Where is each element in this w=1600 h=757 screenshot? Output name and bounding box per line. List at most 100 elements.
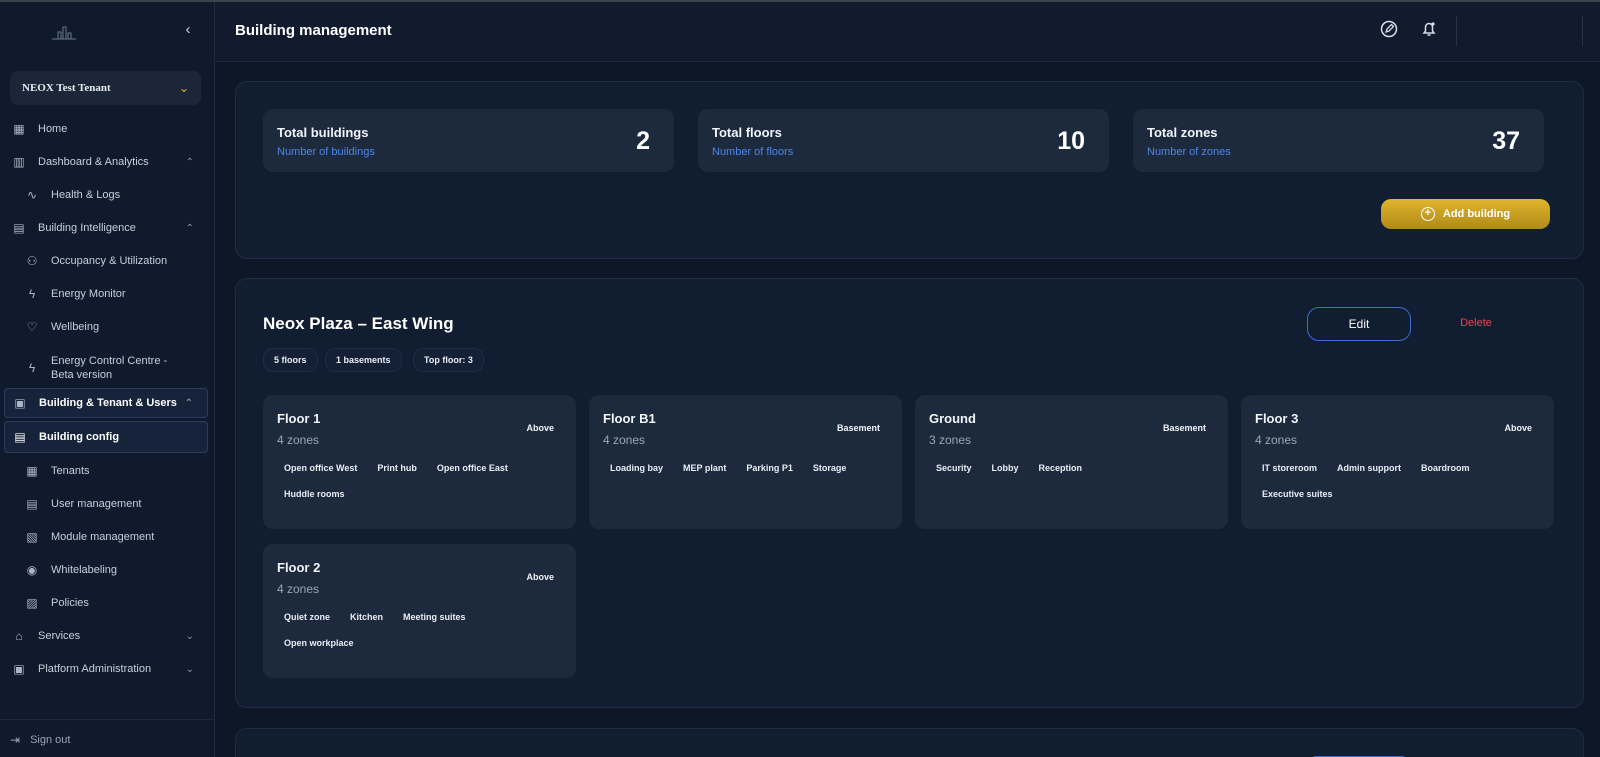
chart-icon: ▥: [13, 155, 25, 169]
tenant-selector[interactable]: NEOX Test Tenant ⌄: [10, 71, 201, 105]
sidebar-item-label: Building Intelligence: [38, 222, 136, 234]
zone-tag: Lobby: [991, 463, 1019, 473]
sidebar-item-occupancy[interactable]: ⚇ Occupancy & Utilization: [4, 246, 208, 276]
zone-tags: Open office West Print hub Open office E…: [277, 459, 567, 511]
sidebar-item-whitelabeling[interactable]: ◉ Whitelabeling: [4, 555, 208, 585]
services-icon: ⌂: [15, 629, 23, 643]
floor-name: Floor 3: [1255, 411, 1299, 426]
sidebar-item-building-tenant-users[interactable]: ▣ Building & Tenant & Users ⌃: [4, 388, 208, 418]
building-icon: ▤: [13, 221, 25, 235]
stat-value: 2: [636, 127, 650, 155]
sidebar-item-services[interactable]: ⌂ Services ⌄: [4, 621, 208, 651]
zone-tag: Meeting suites: [403, 612, 466, 622]
stat-card-buildings: Total buildings Number of buildings 2: [263, 109, 674, 172]
floor-type: Basement: [836, 423, 880, 433]
building-config-icon: ▤: [14, 430, 26, 444]
stat-sublabel: Number of floors: [712, 146, 794, 158]
sidebar-item-label-line1: Energy Control Centre -: [51, 355, 168, 367]
basements-count-badge: 1 basements: [325, 348, 402, 372]
stat-sublabel: Number of buildings: [277, 146, 375, 158]
delete-building-button[interactable]: Delete: [1446, 317, 1506, 329]
add-building-label: Add building: [1442, 208, 1511, 220]
grid-icon: ▦: [13, 122, 25, 136]
zone-tag: Reception: [1038, 463, 1083, 473]
floor-card-floor-1[interactable]: Floor 1 4 zones Above Open office West P…: [263, 395, 576, 529]
sidebar-item-label: Energy Monitor: [51, 288, 126, 300]
signout-button[interactable]: ⇥ Sign out: [10, 733, 70, 747]
zone-tag: Boardroom: [1421, 463, 1470, 473]
users-icon: ⚇: [26, 254, 38, 268]
zone-tag: Executive suites: [1262, 489, 1333, 499]
sidebar-item-label: Home: [38, 123, 68, 135]
zone-tag: IT storeroom: [1262, 463, 1318, 473]
page-title: Building management: [235, 22, 392, 39]
zone-tag: Kitchen: [350, 612, 384, 622]
bell-icon[interactable]: [1418, 20, 1440, 42]
stat-label: Total floors: [712, 125, 782, 140]
zone-tag: Security: [936, 463, 972, 473]
stat-label: Total zones: [1147, 125, 1218, 140]
add-building-button[interactable]: + Add building: [1381, 199, 1550, 229]
floor-type: Above: [526, 572, 554, 582]
sidebar-item-label: Module management: [51, 531, 155, 543]
zone-tag: Open office East: [436, 463, 508, 473]
floor-card-floor-2[interactable]: Floor 2 4 zones Above Quiet zone Kitchen…: [263, 544, 576, 678]
chevron-up-icon: ⌃: [185, 156, 194, 168]
heart-icon: ♡: [26, 320, 38, 334]
floor-card-ground[interactable]: Ground 3 zones Basement Security Lobby R…: [915, 395, 1228, 529]
floor-name: Floor 2: [277, 560, 321, 575]
floor-type: Above: [1504, 423, 1532, 433]
edit-icon[interactable]: [1378, 20, 1400, 42]
sidebar-item-label: Building & Tenant & Users: [39, 397, 177, 409]
sidebar-item-home[interactable]: ▦ Home: [4, 114, 208, 144]
tenants-icon: ▦: [26, 464, 38, 478]
zone-tag: Storage: [812, 463, 847, 473]
sidebar-item-building-config[interactable]: ▤ Building config: [4, 421, 208, 453]
header-divider: [1582, 16, 1583, 46]
floor-zone-count: 4 zones: [277, 433, 320, 447]
logout-icon: ⇥: [10, 733, 21, 747]
user-icon: ▤: [26, 497, 38, 511]
chevron-down-icon: ⌄: [178, 81, 189, 95]
sidebar-item-energy-monitor[interactable]: ϟ Energy Monitor: [4, 279, 208, 309]
zone-tag: Open office West: [284, 463, 358, 473]
stat-label: Total buildings: [277, 125, 369, 140]
sidebar-item-energy-control-centre[interactable]: ϟ Energy Control Centre - Beta version: [4, 350, 208, 386]
sidebar-item-label: User management: [51, 498, 142, 510]
palette-icon: ◉: [26, 563, 38, 577]
policy-icon: ▨: [26, 596, 38, 610]
sidebar-item-user-management[interactable]: ▤ User management: [4, 489, 208, 519]
sidebar-item-label: Dashboard & Analytics: [38, 156, 149, 168]
stat-card-zones: Total zones Number of zones 37: [1133, 109, 1544, 172]
sidebar-item-wellbeing[interactable]: ♡ Wellbeing: [4, 312, 208, 342]
floor-card-floor-3[interactable]: Floor 3 4 zones Above IT storeroom Admin…: [1241, 395, 1554, 529]
floor-type: Above: [526, 423, 554, 433]
signout-divider: [0, 719, 215, 720]
zone-tag: Print hub: [377, 463, 417, 473]
sidebar-item-tenants[interactable]: ▦ Tenants: [4, 456, 208, 486]
floor-card-floor-b1[interactable]: Floor B1 4 zones Basement Loading bay ME…: [589, 395, 902, 529]
top-bar: Building management: [215, 2, 1600, 62]
sidebar-item-policies[interactable]: ▨ Policies: [4, 588, 208, 618]
stat-sublabel: Number of zones: [1147, 146, 1231, 158]
sidebar-item-label: Whitelabeling: [51, 564, 118, 576]
pulse-icon: ∿: [26, 188, 38, 202]
sidebar-item-building-intelligence[interactable]: ▤ Building Intelligence ⌃: [4, 213, 208, 243]
zone-tag: Huddle rooms: [284, 489, 345, 499]
floor-zone-count: 4 zones: [277, 582, 320, 596]
floor-zone-count: 4 zones: [1255, 433, 1298, 447]
sidebar-item-platform-administration[interactable]: ▣ Platform Administration ⌄: [4, 654, 208, 684]
floor-type: Basement: [1162, 423, 1206, 433]
sidebar-item-label: Energy Control Centre - Beta version: [51, 354, 167, 382]
stat-value: 10: [1057, 127, 1085, 155]
sidebar-item-health-logs[interactable]: ∿ Health & Logs: [4, 180, 208, 210]
sidebar-item-dashboard-analytics[interactable]: ▥ Dashboard & Analytics ⌃: [4, 147, 208, 177]
collapse-sidebar-icon[interactable]: ‹: [178, 20, 198, 40]
edit-building-button[interactable]: Edit: [1307, 307, 1411, 341]
sidebar-item-label: Wellbeing: [51, 321, 100, 333]
sidebar-item-module-management[interactable]: ▧ Module management: [4, 522, 208, 552]
bolt-icon: ϟ: [28, 287, 36, 301]
plus-circle-icon: +: [1420, 207, 1435, 221]
building-users-icon: ▣: [14, 396, 26, 410]
header-divider: [1456, 16, 1457, 46]
